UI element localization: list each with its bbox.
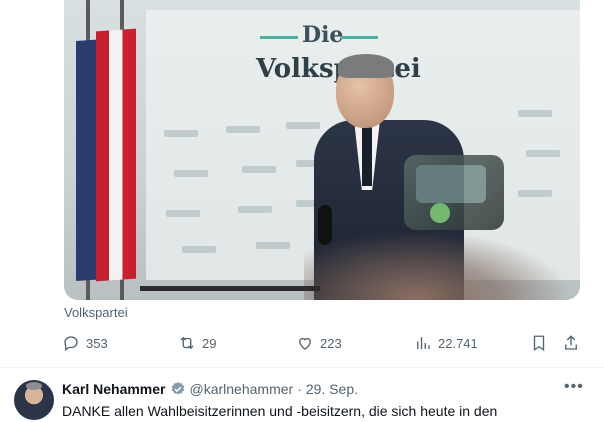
reply-count: 353 — [86, 335, 108, 351]
camera — [404, 155, 504, 230]
tweet-date[interactable]: 29. Sep. — [306, 381, 358, 397]
repost-count: 29 — [202, 335, 217, 351]
verified-icon — [171, 382, 184, 395]
share-button[interactable] — [562, 334, 580, 352]
more-icon[interactable]: ••• — [564, 378, 584, 396]
reply-button[interactable]: 353 — [62, 334, 108, 352]
views-count: 22.741 — [438, 335, 478, 351]
reply-icon — [64, 336, 78, 352]
bookmark-icon — [533, 335, 545, 352]
handle[interactable]: @karlnehammer — [190, 381, 294, 397]
bookmark-button[interactable] — [530, 334, 548, 352]
next-tweet[interactable]: Karl Nehammer @karlnehammer · 29. Sep. •… — [0, 368, 604, 422]
repost-button[interactable]: 29 — [178, 334, 216, 352]
stage-rail — [140, 286, 320, 291]
separator-dot: · — [297, 381, 302, 397]
logo-die-text: Die — [302, 22, 344, 48]
avatar[interactable] — [14, 380, 54, 420]
tweet-action-bar: 353 29 223 22.741 — [62, 334, 582, 356]
tweet-media-image[interactable]: Die Volkspartei — [64, 0, 580, 300]
tweet-text: DANKE allen Wahlbeisitzerinnen und -beis… — [62, 403, 498, 419]
like-button[interactable]: 223 — [296, 334, 342, 352]
crowd-blur — [304, 225, 580, 300]
repost-icon — [180, 336, 194, 350]
display-name[interactable]: Karl Nehammer — [62, 381, 166, 397]
views-button[interactable]: 22.741 — [414, 334, 478, 352]
like-icon — [299, 337, 311, 350]
views-icon — [417, 337, 430, 349]
austria-flag — [96, 28, 136, 282]
flags — [64, 0, 144, 300]
share-icon — [565, 335, 577, 350]
like-count: 223 — [320, 335, 342, 351]
media-source-label[interactable]: Volkspartei — [64, 305, 128, 320]
tweet-header: Karl Nehammer @karlnehammer · 29. Sep. — [62, 381, 358, 397]
